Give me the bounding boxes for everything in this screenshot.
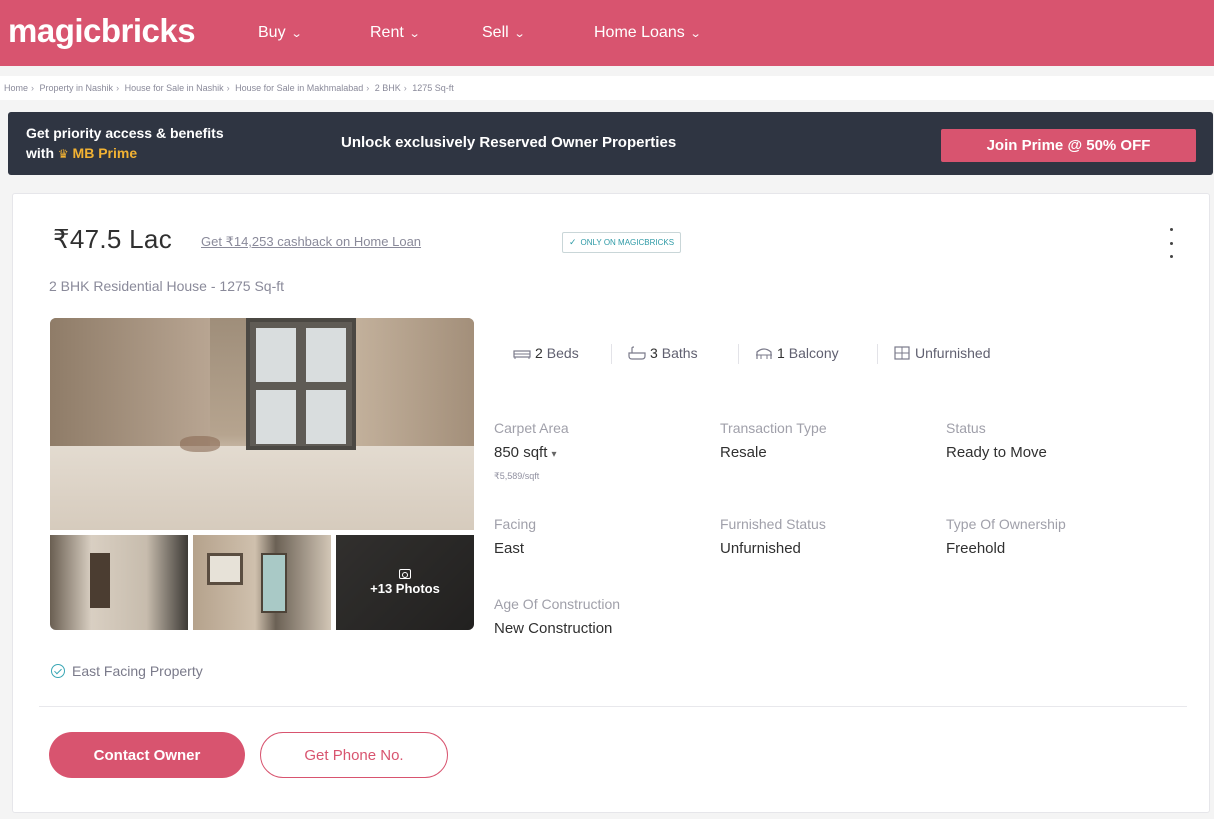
status-value: Ready to Move <box>946 444 1047 461</box>
divider <box>611 344 612 364</box>
breadcrumb-separator: › <box>116 83 120 93</box>
crown-icon: ♛ <box>57 147 69 161</box>
nav-home-loans-label: Home Loans <box>594 24 685 41</box>
facing-value: East <box>494 540 525 557</box>
top-navbar: magicbricks Buy ⌄ Rent ⌄ Sell ⌄ Home Loa… <box>0 0 1214 66</box>
nav-home-loans[interactable]: Home Loans ⌄ <box>594 24 702 42</box>
breadcrumb: Home › Property in Nashik › House for Sale… <box>0 76 1214 100</box>
baths-label: Baths <box>661 345 698 361</box>
chevron-down-icon: ⌄ <box>408 27 421 40</box>
highlight-text: East Facing Property <box>72 663 203 679</box>
furniture-icon <box>894 346 910 360</box>
ownership-label: Type Of Ownership <box>946 516 1066 532</box>
nav-buy-label: Buy <box>258 24 286 41</box>
more-options-icon[interactable] <box>1165 228 1177 258</box>
get-phone-button[interactable]: Get Phone No. <box>260 732 448 778</box>
furnished-status-value: Unfurnished <box>720 540 801 557</box>
property-highlight: East Facing Property <box>51 663 203 679</box>
camera-icon <box>399 569 411 579</box>
amenity-balcony: 1 Balcony <box>755 345 839 361</box>
only-on-magicbricks-badge: ✓ ONLY ON MAGICBRICKS <box>562 232 682 253</box>
prime-line1: Get priority access & benefits <box>26 125 224 141</box>
mb-prime-brand: MB Prime <box>72 145 138 161</box>
divider <box>877 344 878 364</box>
prime-message: Unlock exclusively Reserved Owner Proper… <box>341 134 677 151</box>
property-price: ₹47.5 Lac <box>53 224 172 254</box>
breadcrumb-separator: › <box>366 83 370 93</box>
furnishing-label: Unfurnished <box>915 345 991 361</box>
magicbricks-logo[interactable]: magicbricks <box>8 12 196 50</box>
carpet-area-label: Carpet Area <box>494 420 569 436</box>
status-label: Status <box>946 420 986 436</box>
breadcrumb-property-in-nashik[interactable]: Property in Nashik <box>40 83 114 93</box>
more-photos-overlay: +13 Photos <box>336 535 474 630</box>
divider <box>738 344 739 364</box>
property-card: ₹47.5 Lac Get ₹14,253 cashback on Home L… <box>12 193 1210 813</box>
cashback-link[interactable]: Get ₹14,253 cashback on Home Loan <box>201 234 421 250</box>
badge-label: ONLY ON MAGICBRICKS <box>580 238 675 247</box>
ownership-value: Freehold <box>946 540 1006 557</box>
chevron-down-icon: ⌄ <box>689 27 702 40</box>
chevron-down-icon: ⌄ <box>290 27 303 40</box>
transaction-type-label: Transaction Type <box>720 420 827 436</box>
contact-owner-button[interactable]: Contact Owner <box>49 732 245 778</box>
prime-line2: with ♛ MB Prime <box>26 143 224 164</box>
breadcrumb-house-for-sale-nashik[interactable]: House for Sale in Nashik <box>125 83 224 93</box>
amenity-furnishing: Unfurnished <box>893 345 991 361</box>
balcony-count: 1 <box>777 345 785 361</box>
prime-benefits-text: Get priority access & benefits with ♛ MB… <box>26 123 224 164</box>
baths-count: 3 <box>650 345 658 361</box>
amenity-beds: 2 Beds <box>513 345 579 361</box>
nav-sell-label: Sell <box>482 24 509 41</box>
nav-sell[interactable]: Sell ⌄ <box>482 24 526 42</box>
breadcrumb-2bhk[interactable]: 2 BHK <box>375 83 401 93</box>
breadcrumb-house-for-sale-makhmalabad[interactable]: House for Sale in Makhmalabad <box>235 83 363 93</box>
furnished-status-label: Furnished Status <box>720 516 826 532</box>
beds-count: 2 <box>535 345 543 361</box>
more-photos-label: +13 Photos <box>370 581 440 596</box>
nav-rent[interactable]: Rent ⌄ <box>370 24 421 42</box>
photo-thumbnail[interactable] <box>50 535 188 630</box>
bath-icon <box>628 346 646 360</box>
check-circle-icon <box>51 664 65 678</box>
check-icon: ✓ <box>569 237 577 247</box>
age-of-construction-value: New Construction <box>494 620 613 637</box>
chevron-down-icon: ⌄ <box>513 27 526 40</box>
breadcrumb-home[interactable]: Home <box>4 83 28 93</box>
nav-buy[interactable]: Buy ⌄ <box>258 24 303 42</box>
facing-label: Facing <box>494 516 537 532</box>
carpet-area-number: 850 sqft <box>494 444 548 461</box>
price-per-sqft: ₹5,589/sqft <box>494 471 540 481</box>
divider <box>39 706 1187 707</box>
breadcrumb-size: 1275 Sq-ft <box>412 83 454 93</box>
carpet-area-value[interactable]: 850 sqft ▾ <box>494 444 557 461</box>
more-photos-thumbnail[interactable]: +13 Photos <box>336 535 474 630</box>
balcony-label: Balcony <box>788 345 839 361</box>
beds-label: Beds <box>546 345 579 361</box>
property-title: 2 BHK Residential House - 1275 Sq-ft <box>49 278 285 294</box>
balcony-icon <box>756 348 772 359</box>
main-property-photo[interactable] <box>50 318 474 530</box>
photo-thumbnail[interactable] <box>193 535 331 630</box>
amenity-baths: 3 Baths <box>628 345 698 361</box>
age-of-construction-label: Age Of Construction <box>494 596 621 612</box>
chevron-down-icon: ▾ <box>551 449 557 460</box>
bed-icon <box>513 350 531 359</box>
join-prime-button[interactable]: Join Prime @ 50% OFF <box>941 129 1196 162</box>
breadcrumb-separator: › <box>31 83 35 93</box>
prime-with-text: with <box>26 145 54 161</box>
nav-rent-label: Rent <box>370 24 404 41</box>
transaction-type-value: Resale <box>720 444 767 461</box>
prime-banner: Get priority access & benefits with ♛ MB… <box>8 112 1213 175</box>
breadcrumb-separator: › <box>403 83 407 93</box>
breadcrumb-separator: › <box>226 83 230 93</box>
